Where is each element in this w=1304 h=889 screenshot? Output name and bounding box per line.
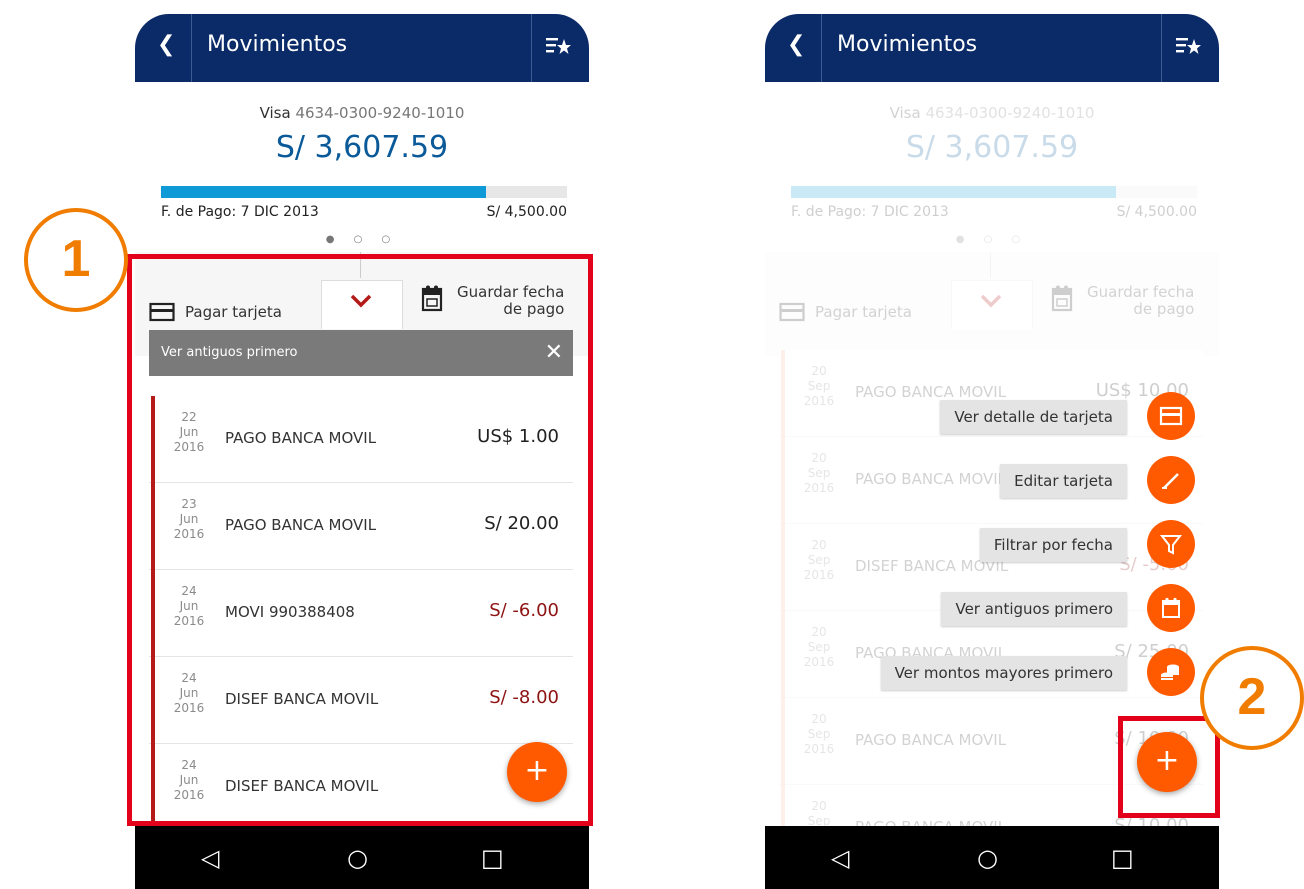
credit-usage-bar <box>161 186 567 198</box>
nav-home-icon[interactable]: ○ <box>977 844 998 872</box>
favorites-list-icon[interactable] <box>1175 34 1201 58</box>
credit-limit: S/ 4,500.00 <box>486 204 567 220</box>
card-summary: Visa 4634-0300-9240-1010 S/ 3,607.59 F. … <box>135 82 589 252</box>
nav-home-icon[interactable]: ○ <box>347 844 368 872</box>
coins-icon[interactable] <box>1147 648 1195 696</box>
app-bar: ❮ Movimientos <box>765 14 1219 82</box>
nav-back-icon[interactable]: ◁ <box>201 844 219 872</box>
page-title: Movimientos <box>837 32 978 57</box>
nav-back-icon[interactable]: ◁ <box>831 844 849 872</box>
nav-recents-icon[interactable]: □ <box>1111 844 1134 872</box>
card-icon[interactable] <box>1147 392 1195 440</box>
card-number: 4634-0300-9240-1010 <box>295 104 465 122</box>
menu-item-oldest-first[interactable]: Ver antiguos primero <box>941 592 1127 626</box>
menu-item-filter-date[interactable]: Filtrar por fecha <box>979 528 1127 562</box>
favorites-list-icon[interactable] <box>545 34 571 58</box>
payment-date: F. de Pago: 7 DIC 2013 <box>161 204 319 220</box>
callout-badge-2: 2 <box>1200 646 1304 750</box>
callout-badge-1: 1 <box>24 208 128 312</box>
page-indicator-dots[interactable]: ● ○ ○ <box>135 234 589 245</box>
android-nav-bar: ◁ ○ □ <box>765 826 1219 889</box>
highlight-box-2 <box>1118 716 1220 818</box>
page-title: Movimientos <box>207 32 348 57</box>
menu-overlay[interactable] <box>765 82 1219 826</box>
nav-recents-icon[interactable]: □ <box>481 844 504 872</box>
pencil-icon[interactable] <box>1147 456 1195 504</box>
menu-item-card-detail[interactable]: Ver detalle de tarjeta <box>940 400 1127 434</box>
back-arrow-icon[interactable]: ❮ <box>787 32 805 57</box>
funnel-icon[interactable] <box>1147 520 1195 568</box>
menu-item-largest-first[interactable]: Ver montos mayores primero <box>880 656 1127 690</box>
back-arrow-icon[interactable]: ❮ <box>157 32 175 57</box>
card-balance: S/ 3,607.59 <box>275 130 449 165</box>
highlight-box-1 <box>127 254 593 826</box>
app-bar: ❮ Movimientos <box>135 14 589 82</box>
credit-usage-fill <box>161 186 486 198</box>
menu-item-edit-card[interactable]: Editar tarjeta <box>1000 464 1127 498</box>
android-nav-bar: ◁ ○ □ <box>135 826 589 889</box>
calendar-icon[interactable] <box>1147 584 1195 632</box>
card-brand: Visa <box>259 104 291 122</box>
